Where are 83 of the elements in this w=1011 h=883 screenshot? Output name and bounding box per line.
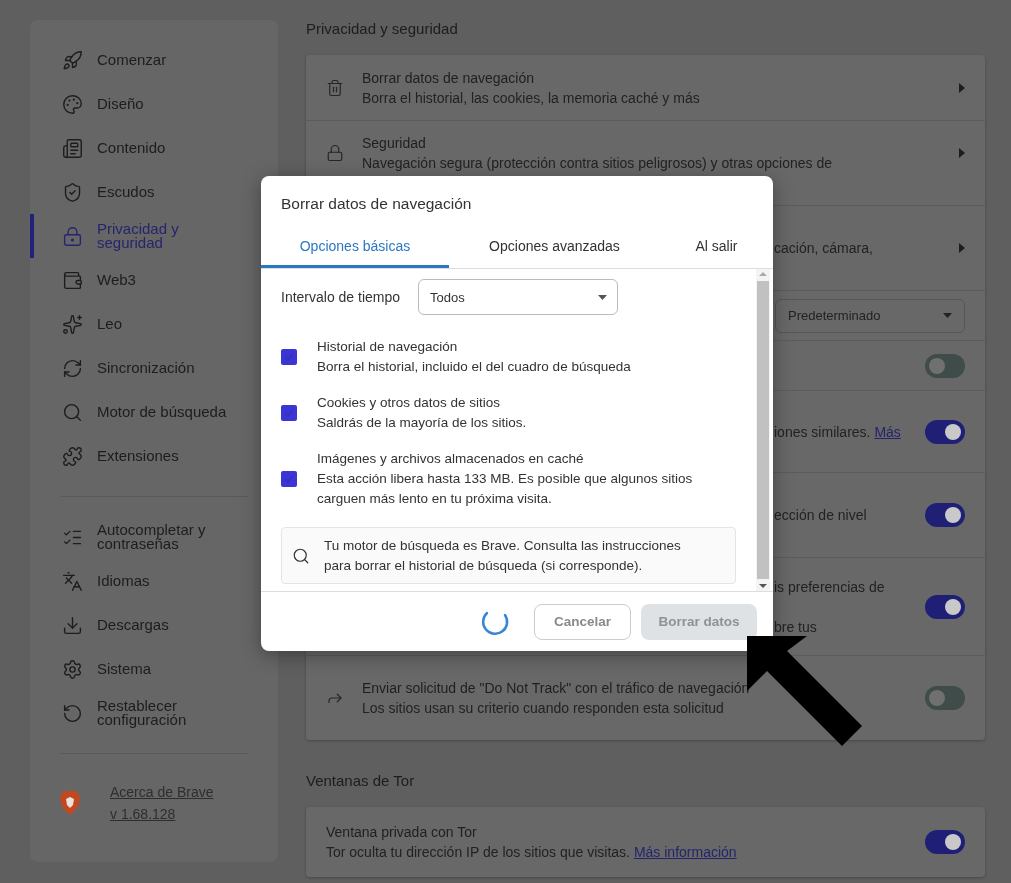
sidebar-item[interactable]: Sistema: [30, 647, 278, 691]
option-title: Historial de navegación: [317, 338, 459, 356]
toggle-switch[interactable]: [925, 594, 965, 619]
checkbox[interactable]: [281, 349, 297, 365]
setting-description: Navegación segura (protección contra sitios peligrosos) y otras opciones de: [362, 154, 834, 173]
toggle-switch[interactable]: [925, 686, 965, 710]
setting-description: bre tus: [774, 617, 818, 637]
time-range-label: Intervalo de tiempo: [281, 289, 401, 305]
sidebar-item[interactable]: Diseño: [30, 82, 278, 126]
caret-right-icon[interactable]: [959, 243, 965, 253]
setting-description: cación, cámara,: [774, 239, 874, 258]
option-title: Cookies y otros datos de sitios: [317, 394, 502, 412]
dropdown[interactable]: Predeterminado: [775, 298, 965, 333]
sidebar-item[interactable]: Sincronización: [30, 346, 278, 390]
tab[interactable]: Opciones avanzadas: [449, 226, 660, 268]
sidebar-item[interactable]: Contenido: [30, 126, 278, 170]
sync-icon: [62, 357, 83, 379]
setting-title: Seguridad: [362, 134, 427, 153]
reset-icon: [62, 702, 83, 724]
toggle-switch[interactable]: [925, 353, 965, 378]
checkbox[interactable]: [281, 405, 297, 421]
sidebar-item[interactable]: Autocompletar y contraseñas: [30, 515, 278, 559]
shield-check-icon: [62, 181, 83, 203]
setting-description: is preferencias de: [774, 577, 886, 597]
checkbox[interactable]: [281, 471, 297, 487]
section-title: Privacidad y seguridad: [306, 20, 459, 38]
download-icon: [62, 614, 83, 636]
more-info-link[interactable]: Más información: [633, 844, 737, 860]
dialog-title: Borrar datos de navegación: [280, 194, 473, 214]
tab[interactable]: Opciones básicas: [261, 226, 449, 268]
scroll-down-icon[interactable]: [759, 581, 767, 591]
newspaper-icon: [62, 137, 83, 159]
setting-description: iones similares. Más: [774, 422, 902, 442]
setting-description: ección de nivel: [774, 506, 868, 525]
puzzle-icon: [62, 445, 83, 467]
more-info-link[interactable]: Más: [874, 423, 901, 440]
toggle-switch[interactable]: [925, 419, 965, 444]
lock-icon: [62, 225, 83, 247]
checkmark-icon: [284, 353, 294, 361]
sidebar-item[interactable]: Descargas: [30, 603, 278, 647]
checkmark-icon: [284, 475, 294, 483]
about-link[interactable]: Acerca de Brave: [110, 784, 214, 800]
settings-icon: [62, 658, 83, 680]
option-title: Imágenes y archivos almacenados en caché: [317, 450, 585, 468]
sidebar-item[interactable]: Restablecer configuración: [30, 691, 278, 735]
search-icon: [292, 546, 310, 565]
option-description: Borra el historial, incluido el del cuadro de búsqueda: [317, 358, 632, 376]
translate-icon: [62, 570, 83, 592]
notice-text: Tu motor de búsqueda es Brave. Consulta las instrucciones para borrar el historial de búsqueda (si corresponde).: [324, 536, 682, 575]
setting-title: Borrar datos de navegación: [362, 68, 535, 88]
setting-description: Los sitios usan su criterio cuando responden esta solicitud: [362, 699, 725, 718]
sparkle-icon: [62, 313, 83, 335]
toggle-switch[interactable]: [925, 830, 965, 854]
sidebar-item[interactable]: Escudos: [30, 170, 278, 214]
caret-right-icon[interactable]: [959, 82, 965, 93]
caret-right-icon[interactable]: [959, 148, 965, 158]
setting-description: Borra el historial, las cookies, la memoria caché y más: [362, 88, 701, 108]
sidebar-item[interactable]: Idiomas: [30, 559, 278, 603]
dropdown-caret-icon: [598, 294, 608, 300]
rocket-icon: [62, 49, 83, 71]
tab[interactable]: Al salir: [660, 226, 773, 268]
dropdown-caret-icon: [943, 313, 952, 318]
wallet-icon: [62, 269, 83, 291]
sidebar-item[interactable]: Extensiones: [30, 434, 278, 478]
scrollbar[interactable]: [756, 269, 770, 591]
setting-title: Ventana privada con Tor: [326, 823, 478, 842]
setting-title: Enviar solicitud de "Do Not Track" con el tráfico de navegación: [362, 679, 751, 698]
time-range-dropdown[interactable]: Todos: [418, 279, 619, 315]
toggle-switch[interactable]: [925, 503, 965, 527]
version-link[interactable]: v 1.68.128: [110, 806, 214, 822]
section-title: Ventanas de Tor: [306, 772, 416, 790]
setting-description: Tor oculta tu dirección IP de los sitios que visitas. Más información: [326, 843, 738, 862]
option-description: Saldrás de la mayoría de los sitios.: [317, 414, 528, 432]
palette-icon: [62, 93, 83, 115]
cancel-button[interactable]: Cancelar: [534, 603, 631, 640]
sidebar-item[interactable]: Comenzar: [30, 38, 278, 82]
sidebar-item[interactable]: Leo: [30, 302, 278, 346]
lion-logo-icon: [60, 791, 80, 815]
search-icon: [62, 401, 83, 423]
scroll-up-icon[interactable]: [759, 269, 767, 279]
checkmark-icon: [284, 409, 294, 417]
sidebar-item[interactable]: Motor de búsqueda: [30, 390, 278, 434]
option-description: Esta acción libera hasta 133 MB. Es posible que algunos sitios carguen más lento en tu próxima visita.: [317, 470, 694, 508]
